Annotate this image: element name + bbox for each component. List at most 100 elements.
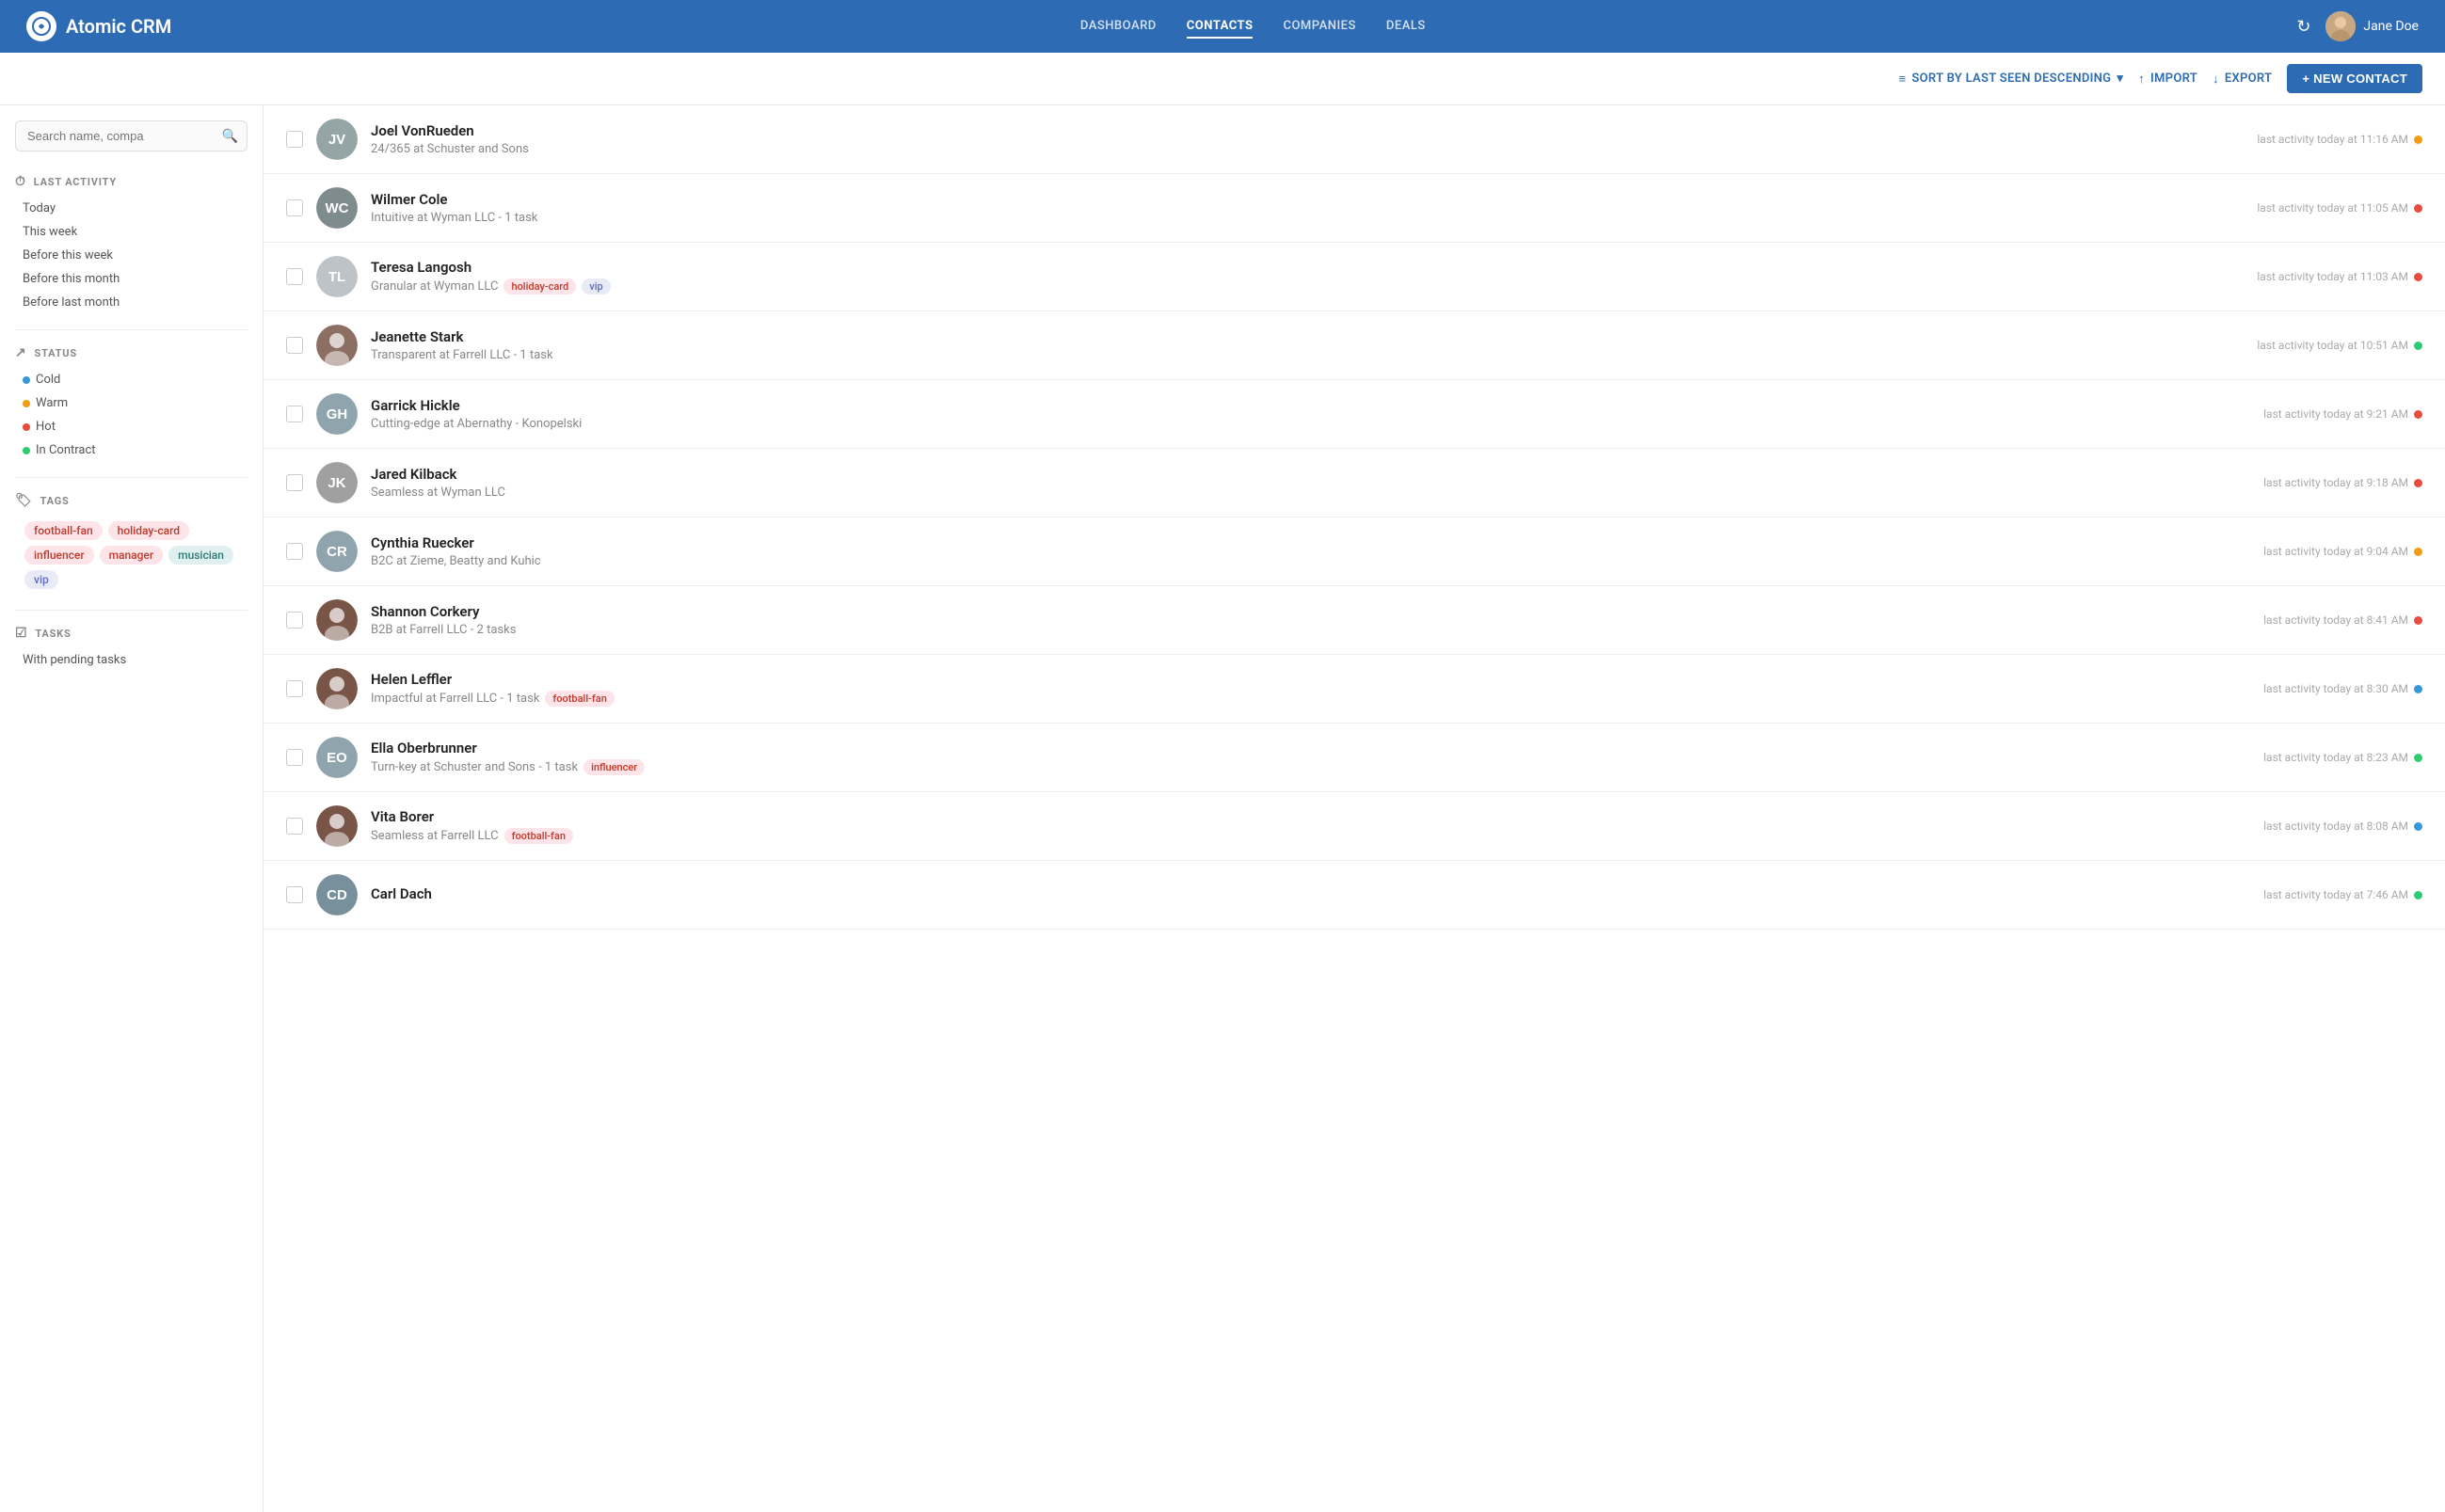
contact-avatar	[316, 325, 358, 366]
contact-activity: last activity today at 11:03 AM	[2257, 270, 2422, 283]
contact-name: Wilmer Cole	[371, 191, 2244, 208]
contact-tag[interactable]: holiday-card	[503, 279, 576, 294]
import-button[interactable]: ↑ IMPORT	[2138, 72, 2197, 87]
tag-manager[interactable]: manager	[100, 546, 164, 565]
contact-activity: last activity today at 9:04 AM	[2263, 545, 2422, 558]
tag-holiday-card[interactable]: holiday-card	[108, 521, 189, 540]
contact-checkbox[interactable]	[286, 818, 303, 835]
contact-row[interactable]: GH Garrick Hickle Cutting-edge at Aberna…	[264, 380, 2445, 449]
contact-avatar: JV	[316, 119, 358, 160]
svg-text:JV: JV	[328, 132, 345, 148]
contact-checkbox[interactable]	[286, 474, 303, 491]
clock-icon: ⏱	[15, 174, 26, 189]
tag-musician[interactable]: musician	[168, 546, 233, 565]
contact-activity: last activity today at 9:21 AM	[2263, 407, 2422, 421]
contact-checkbox[interactable]	[286, 406, 303, 422]
contact-checkbox[interactable]	[286, 612, 303, 629]
tags-header: 🏷 TAGS	[15, 493, 248, 508]
user-menu[interactable]: Jane Doe	[2325, 11, 2419, 41]
activity-dot	[2414, 479, 2422, 487]
main-nav: DASHBOARD CONTACTS COMPANIES DEALS	[209, 15, 2296, 39]
divider-3	[15, 610, 248, 611]
contact-detail: Seamless at Farrell LLC football-fan	[371, 828, 2250, 844]
nav-deals[interactable]: DEALS	[1386, 15, 1426, 39]
contact-row[interactable]: TL Teresa Langosh Granular at Wyman LLC …	[264, 243, 2445, 311]
nav-companies[interactable]: COMPANIES	[1283, 15, 1355, 39]
contact-checkbox[interactable]	[286, 680, 303, 697]
contact-name: Carl Dach	[371, 885, 2250, 902]
contact-row[interactable]: CD Carl Dach last activity today at 7:46…	[264, 861, 2445, 930]
contact-info: Teresa Langosh Granular at Wyman LLC hol…	[371, 259, 2244, 294]
contact-avatar	[316, 805, 358, 847]
filter-hot[interactable]: Hot	[15, 415, 248, 438]
contact-activity: last activity today at 8:30 AM	[2263, 682, 2422, 695]
contact-row[interactable]: Jeanette Stark Transparent at Farrell LL…	[264, 311, 2445, 380]
contact-checkbox[interactable]	[286, 543, 303, 560]
filter-warm[interactable]: Warm	[15, 391, 248, 415]
divider-2	[15, 477, 248, 478]
contact-checkbox[interactable]	[286, 337, 303, 354]
filter-pending-tasks[interactable]: With pending tasks	[15, 648, 248, 672]
contact-checkbox[interactable]	[286, 886, 303, 903]
main-layout: 🔍 ⏱ LAST ACTIVITY Today This week Before…	[0, 105, 2445, 1512]
contact-detail: Impactful at Farrell LLC - 1 task footba…	[371, 691, 2250, 707]
contact-row[interactable]: EO Ella Oberbrunner Turn-key at Schuster…	[264, 724, 2445, 792]
activity-dot	[2414, 410, 2422, 419]
sort-button[interactable]: ≡ SORT BY LAST SEEN DESCENDING ▾	[1899, 72, 2124, 87]
contact-row[interactable]: JK Jared Kilback Seamless at Wyman LLC l…	[264, 449, 2445, 517]
nav-contacts[interactable]: CONTACTS	[1187, 15, 1254, 39]
contact-tag[interactable]: football-fan	[504, 828, 573, 844]
contact-name: Jared Kilback	[371, 466, 2250, 483]
search-input[interactable]	[15, 120, 248, 151]
tasks-section: ☑ TASKS With pending tasks	[0, 618, 263, 679]
logo-area[interactable]: Atomic CRM	[26, 11, 171, 41]
contact-checkbox[interactable]	[286, 199, 303, 216]
contact-name: Shannon Corkery	[371, 603, 2250, 620]
contact-checkbox[interactable]	[286, 268, 303, 285]
contact-row[interactable]: WC Wilmer Cole Intuitive at Wyman LLC - …	[264, 174, 2445, 243]
filter-before-last-month[interactable]: Before last month	[15, 291, 248, 314]
tags-section: 🏷 TAGS football-fan holiday-card influen…	[0, 485, 263, 602]
new-contact-button[interactable]: + NEW CONTACT	[2287, 64, 2422, 93]
contact-detail: Intuitive at Wyman LLC - 1 task	[371, 211, 2244, 225]
last-activity-section: ⏱ LAST ACTIVITY Today This week Before t…	[0, 167, 263, 322]
contact-avatar: EO	[316, 737, 358, 778]
filter-today[interactable]: Today	[15, 197, 248, 220]
contact-row[interactable]: JV Joel VonRueden 24/365 at Schuster and…	[264, 105, 2445, 174]
search-box[interactable]: 🔍	[15, 120, 248, 151]
contact-row[interactable]: Helen Leffler Impactful at Farrell LLC -…	[264, 655, 2445, 724]
tag-vip[interactable]: vip	[24, 570, 58, 589]
contact-checkbox[interactable]	[286, 131, 303, 148]
export-button[interactable]: ↓ EXPORT	[2213, 72, 2272, 87]
filter-cold[interactable]: Cold	[15, 368, 248, 391]
sort-chevron-icon: ▾	[2117, 72, 2123, 86]
svg-text:WC: WC	[326, 200, 349, 216]
contact-tag[interactable]: football-fan	[545, 691, 614, 707]
import-label: IMPORT	[2150, 72, 2197, 86]
contact-info: Vita Borer Seamless at Farrell LLC footb…	[371, 808, 2250, 844]
filter-this-week[interactable]: This week	[15, 220, 248, 244]
contact-tag[interactable]: vip	[582, 279, 610, 294]
contact-checkbox[interactable]	[286, 749, 303, 766]
contact-row[interactable]: CR Cynthia Ruecker B2C at Zieme, Beatty …	[264, 517, 2445, 586]
activity-dot	[2414, 891, 2422, 899]
contact-row[interactable]: Shannon Corkery B2B at Farrell LLC - 2 t…	[264, 586, 2445, 655]
activity-dot	[2414, 754, 2422, 762]
contact-activity: last activity today at 8:23 AM	[2263, 751, 2422, 764]
nav-dashboard[interactable]: DASHBOARD	[1080, 15, 1157, 39]
contact-name: Jeanette Stark	[371, 328, 2244, 345]
tag-football-fan[interactable]: football-fan	[24, 521, 103, 540]
search-icon: 🔍	[222, 129, 238, 144]
filter-before-this-month[interactable]: Before this month	[15, 267, 248, 291]
contact-avatar: TL	[316, 256, 358, 297]
filter-in-contract[interactable]: In Contract	[15, 438, 248, 462]
contact-detail: Seamless at Wyman LLC	[371, 485, 2250, 500]
contact-info: Garrick Hickle Cutting-edge at Abernathy…	[371, 397, 2250, 431]
contact-row[interactable]: Vita Borer Seamless at Farrell LLC footb…	[264, 792, 2445, 861]
contact-tag[interactable]: influencer	[583, 759, 645, 775]
refresh-icon[interactable]: ↻	[2296, 17, 2310, 37]
contact-activity: last activity today at 8:08 AM	[2263, 820, 2422, 833]
filter-before-this-week[interactable]: Before this week	[15, 244, 248, 267]
activity-dot	[2414, 273, 2422, 281]
tag-influencer[interactable]: influencer	[24, 546, 94, 565]
